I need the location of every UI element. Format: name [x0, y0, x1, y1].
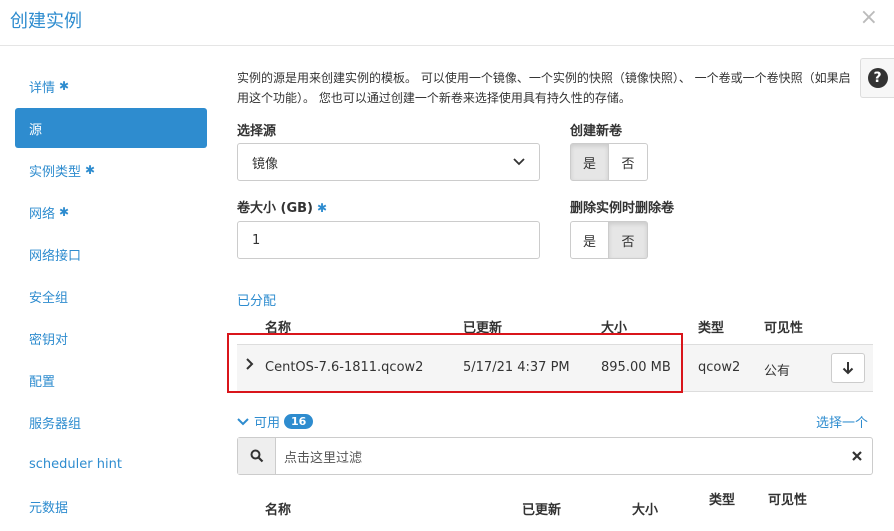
delete-volume-no-button[interactable]: 否 — [609, 221, 648, 259]
nav-item-label: 元数据 — [29, 500, 69, 516]
row-visibility: 公有 — [764, 364, 791, 379]
help-button[interactable]: ? — [860, 58, 894, 98]
nav-item-label: 网络接口 — [29, 248, 82, 264]
nav-item-scheduler-hint[interactable]: scheduler hint — [15, 444, 207, 484]
select-one-link[interactable]: 选择一个 — [816, 412, 868, 431]
nav-item-label: 网络 — [29, 206, 56, 222]
available-title: 可用 — [254, 416, 281, 431]
allocated-header-type[interactable]: 类型 — [698, 317, 724, 336]
nav-item-networks[interactable]: 网络 ✱ — [15, 192, 207, 232]
select-source-label: 选择源 — [237, 124, 277, 139]
available-header-visibility[interactable]: 可见性 — [768, 489, 807, 508]
required-star-icon: ✱ — [59, 205, 70, 219]
nav-item-label: 密钥对 — [29, 332, 69, 348]
source-select-value: 镜像 — [252, 156, 279, 172]
nav-item-label: 配置 — [29, 374, 56, 390]
nav-item-label: 源 — [29, 122, 43, 138]
chevron-down-icon — [237, 417, 249, 425]
delete-volume-yes-button[interactable]: 是 — [570, 221, 609, 259]
modal-title: 创建实例 — [10, 11, 82, 32]
source-select[interactable]: 镜像 — [237, 143, 540, 181]
row-type: qcow2 — [698, 360, 741, 375]
clear-filter-icon[interactable] — [842, 438, 872, 474]
delete-volume-toggle: 是 否 — [570, 221, 648, 259]
nav-item-flavor[interactable]: 实例类型 ✱ — [15, 150, 207, 190]
nav-item-source[interactable]: 源 — [15, 108, 207, 148]
deallocate-button[interactable] — [831, 353, 865, 383]
volume-size-label-row: 卷大小 (GB) ✱ — [237, 197, 327, 216]
nav-item-label: 服务器组 — [29, 416, 82, 432]
nav-item-security-groups[interactable]: 安全组 — [15, 276, 207, 316]
available-count-badge: 16 — [284, 414, 314, 429]
available-header-updated[interactable]: 已更新 — [522, 499, 561, 518]
create-volume-yes-button[interactable]: 是 — [570, 143, 609, 181]
required-star-icon: ✱ — [317, 201, 328, 215]
close-button[interactable]: × — [860, 5, 878, 30]
nav-item-metadata[interactable]: 元数据 — [15, 486, 207, 526]
question-icon: ? — [867, 68, 888, 88]
nav-item-label: 安全组 — [29, 290, 69, 306]
nav-item-key-pair[interactable]: 密钥对 — [15, 318, 207, 358]
nav-item-server-groups[interactable]: 服务器组 — [15, 402, 207, 442]
create-volume-label: 创建新卷 — [570, 124, 623, 139]
required-star-icon: ✱ — [59, 79, 70, 93]
nav-item-network-ports[interactable]: 网络接口 — [15, 234, 207, 274]
available-header-type[interactable]: 类型 — [709, 489, 735, 508]
highlight-annotation — [227, 333, 683, 393]
allocated-title: 已分配 — [237, 294, 277, 309]
search-icon — [238, 438, 276, 474]
nav-item-label: 详情 — [29, 80, 56, 96]
wizard-sidebar: 详情 ✱ 源 实例类型 ✱ 网络 ✱ 网络接口 安全组 密钥对 配置 服务器组 sch… — [15, 66, 207, 528]
nav-item-label: 实例类型 — [29, 164, 82, 180]
nav-item-label: scheduler hint — [29, 456, 122, 472]
create-volume-no-button[interactable]: 否 — [609, 143, 648, 181]
required-star-icon: ✱ — [85, 163, 96, 177]
allocated-header-visibility[interactable]: 可见性 — [764, 317, 803, 336]
volume-size-label: 卷大小 (GB) — [237, 201, 313, 216]
delete-volume-label: 删除实例时删除卷 — [570, 201, 675, 216]
source-description: 实例的源是用来创建实例的模板。 可以使用一个镜像、一个实例的快照（镜像快照）、 … — [237, 71, 851, 105]
available-toggle[interactable]: 可用 16 — [237, 412, 314, 431]
create-volume-toggle: 是 否 — [570, 143, 648, 181]
volume-size-input[interactable]: 1 — [237, 221, 540, 259]
nav-item-configuration[interactable]: 配置 — [15, 360, 207, 400]
modal-header: 创建实例 × — [0, 0, 894, 46]
available-header-name[interactable]: 名称 — [265, 499, 291, 518]
available-header-size[interactable]: 大小 — [632, 499, 658, 518]
filter-input[interactable]: 点击这里过滤 — [276, 438, 842, 474]
arrow-down-icon — [842, 362, 854, 375]
nav-item-details[interactable]: 详情 ✱ — [15, 66, 207, 106]
chevron-down-icon — [513, 156, 525, 169]
available-filter[interactable]: 点击这里过滤 — [237, 437, 873, 475]
